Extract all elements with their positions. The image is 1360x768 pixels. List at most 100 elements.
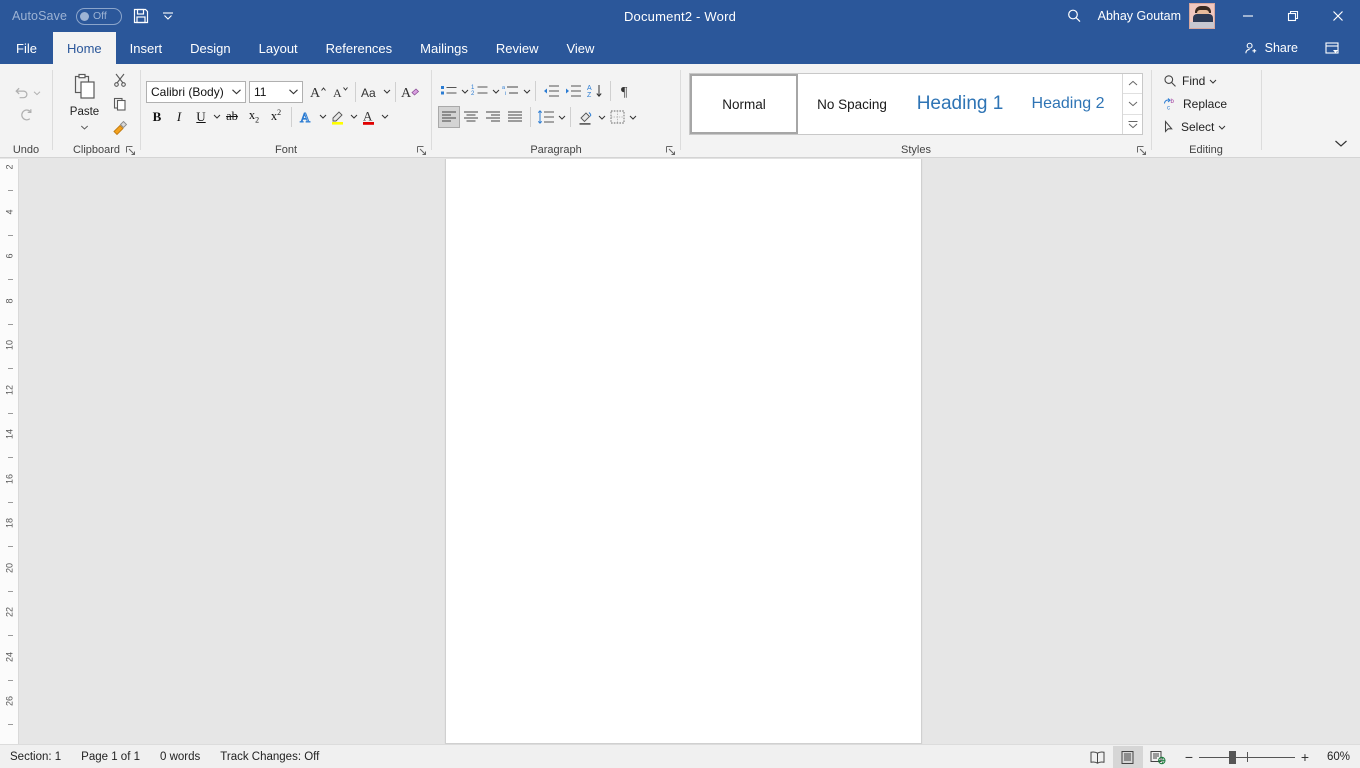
styles-scroll-up-button[interactable] xyxy=(1123,74,1142,95)
styles-more-button[interactable] xyxy=(1123,115,1142,134)
status-word-count[interactable]: 0 words xyxy=(150,745,210,768)
bullets-button[interactable] xyxy=(438,80,460,102)
align-left-button[interactable] xyxy=(438,106,460,128)
style-no-spacing[interactable]: No Spacing xyxy=(798,74,906,134)
increase-indent-button[interactable] xyxy=(562,80,584,102)
undo-dropdown-caret-icon[interactable] xyxy=(33,82,42,104)
underline-caret-icon[interactable] xyxy=(212,106,221,128)
numbering-button[interactable]: 1 2 xyxy=(469,80,491,102)
tab-layout[interactable]: Layout xyxy=(245,32,312,64)
show-formatting-marks-button[interactable]: ¶ xyxy=(615,80,637,102)
style-normal[interactable]: Normal xyxy=(690,74,798,134)
borders-caret-icon[interactable] xyxy=(628,106,637,128)
style-heading-2[interactable]: Heading 2 xyxy=(1014,74,1122,134)
align-center-button[interactable] xyxy=(460,106,482,128)
web-layout-button[interactable] xyxy=(1143,746,1173,768)
font-dialog-launcher[interactable] xyxy=(416,145,427,156)
borders-button[interactable] xyxy=(606,106,628,128)
sort-button[interactable]: A Z xyxy=(584,80,606,102)
tab-review[interactable]: Review xyxy=(482,32,553,64)
paragraph-dialog-launcher[interactable] xyxy=(665,145,676,156)
document-page[interactable] xyxy=(445,159,922,744)
subscript-button[interactable]: x2 xyxy=(243,106,265,128)
status-track-changes[interactable]: Track Changes: Off xyxy=(210,745,329,768)
zoom-in-button[interactable]: + xyxy=(1295,749,1315,765)
bullets-caret-icon[interactable] xyxy=(460,80,469,102)
style-heading-1[interactable]: Heading 1 xyxy=(906,74,1014,134)
clipboard-dialog-launcher[interactable] xyxy=(125,145,136,156)
account-name[interactable]: Abhay Goutam xyxy=(1094,9,1189,23)
replace-button[interactable]: b c Replace xyxy=(1160,93,1230,115)
bold-button[interactable]: B xyxy=(146,106,168,128)
align-right-button[interactable] xyxy=(482,106,504,128)
tab-view[interactable]: View xyxy=(552,32,608,64)
font-color-button[interactable]: A xyxy=(358,106,380,128)
paste-button[interactable]: Paste xyxy=(63,71,107,138)
grow-font-button[interactable]: A xyxy=(307,81,329,103)
multilevel-list-caret-icon[interactable] xyxy=(522,80,531,102)
zoom-out-button[interactable]: − xyxy=(1179,749,1199,765)
search-icon xyxy=(1164,75,1176,87)
minimize-icon[interactable] xyxy=(1225,0,1270,32)
save-icon[interactable] xyxy=(131,6,151,26)
strikethrough-button[interactable]: ab xyxy=(221,106,243,128)
avatar[interactable] xyxy=(1189,3,1215,29)
tab-mailings[interactable]: Mailings xyxy=(406,32,482,64)
shrink-font-button[interactable]: A xyxy=(329,81,351,103)
copy-button[interactable] xyxy=(109,93,131,115)
change-case-button[interactable]: Aa xyxy=(360,81,382,103)
tab-file[interactable]: File xyxy=(0,32,53,64)
text-highlight-caret-icon[interactable] xyxy=(349,106,358,128)
superscript-button[interactable]: x2 xyxy=(265,106,287,128)
paste-dropdown-caret-icon[interactable] xyxy=(80,118,89,136)
autosave-toggle[interactable]: Off xyxy=(76,7,123,25)
line-spacing-button[interactable] xyxy=(535,106,557,128)
cut-button[interactable] xyxy=(109,69,131,91)
text-highlight-button[interactable] xyxy=(327,106,349,128)
undo-button[interactable] xyxy=(11,82,33,104)
italic-button[interactable]: I xyxy=(168,106,190,128)
underline-button[interactable]: U xyxy=(190,106,212,128)
select-caret-icon[interactable] xyxy=(1217,116,1226,138)
change-case-caret-icon[interactable] xyxy=(382,81,391,103)
status-page[interactable]: Page 1 of 1 xyxy=(71,745,150,768)
restore-icon[interactable] xyxy=(1270,0,1315,32)
font-name-combo[interactable]: Calibri (Body) xyxy=(146,80,246,103)
line-spacing-caret-icon[interactable] xyxy=(557,106,566,128)
tab-insert[interactable]: Insert xyxy=(116,32,177,64)
read-mode-button[interactable] xyxy=(1083,746,1113,768)
find-caret-icon[interactable] xyxy=(1208,70,1217,92)
search-icon[interactable] xyxy=(1054,0,1094,32)
select-button[interactable]: Select xyxy=(1160,116,1217,138)
format-painter-button[interactable] xyxy=(109,117,131,139)
text-effects-caret-icon[interactable] xyxy=(318,106,327,128)
share-button[interactable]: Share xyxy=(1236,32,1306,64)
decrease-indent-button[interactable] xyxy=(540,80,562,102)
font-color-caret-icon[interactable] xyxy=(380,106,389,128)
tab-design[interactable]: Design xyxy=(176,32,244,64)
tab-home[interactable]: Home xyxy=(52,32,116,64)
clear-formatting-button[interactable]: A xyxy=(400,81,422,103)
vertical-ruler[interactable]: 2 4 6 8 10 12 14 16 18 20 22 24 26 xyxy=(0,159,19,744)
customize-quick-access-toolbar-icon[interactable] xyxy=(160,8,176,24)
tab-references[interactable]: References xyxy=(312,32,406,64)
redo-button[interactable] xyxy=(15,104,37,126)
shading-caret-icon[interactable] xyxy=(597,106,606,128)
zoom-slider[interactable] xyxy=(1198,749,1295,765)
ribbon-display-options-icon[interactable] xyxy=(1314,32,1350,64)
status-section[interactable]: Section: 1 xyxy=(0,745,71,768)
find-button[interactable]: Find xyxy=(1160,70,1208,92)
print-layout-button[interactable] xyxy=(1112,746,1143,768)
font-size-combo[interactable]: 11 xyxy=(249,80,303,103)
styles-dialog-launcher[interactable] xyxy=(1136,145,1147,156)
shading-button[interactable] xyxy=(575,106,597,128)
zoom-level-label[interactable]: 60% xyxy=(1321,751,1360,763)
justify-button[interactable] xyxy=(504,106,526,128)
multilevel-list-button[interactable]: a i xyxy=(500,80,522,102)
collapse-ribbon-button[interactable] xyxy=(1330,133,1352,153)
zoom-slider-handle[interactable] xyxy=(1228,751,1236,764)
close-icon[interactable] xyxy=(1315,0,1360,32)
styles-scroll-down-button[interactable] xyxy=(1123,94,1142,115)
text-effects-button[interactable]: A xyxy=(296,106,318,128)
numbering-caret-icon[interactable] xyxy=(491,80,500,102)
